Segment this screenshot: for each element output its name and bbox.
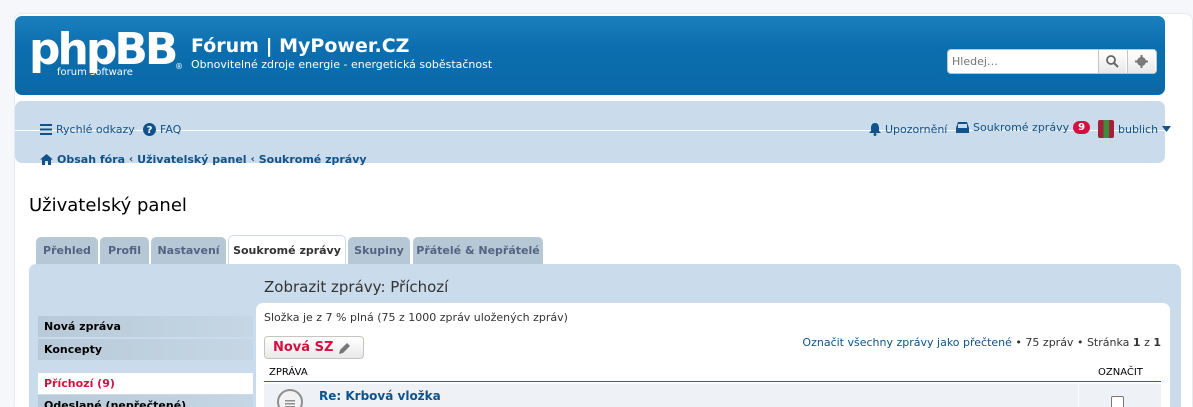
- site-title[interactable]: Fórum | MyPower.CZ: [191, 35, 409, 57]
- quick-links-menu[interactable]: Rychlé odkazy: [40, 123, 135, 136]
- breadcrumb-separator-icon: ‹: [250, 154, 255, 165]
- svg-text:?: ?: [147, 125, 153, 136]
- separator: •: [1015, 336, 1026, 349]
- breadcrumb-separator-icon: ‹: [129, 154, 134, 165]
- avatar: [1098, 120, 1114, 138]
- search-button[interactable]: [1098, 50, 1126, 73]
- message-title-link[interactable]: Re: Krbová vložka: [319, 389, 441, 403]
- notifications-label: Upozornění: [885, 123, 948, 136]
- private-messages-label: Soukromé zprávy: [973, 121, 1070, 134]
- pm-count-badge: 9: [1073, 121, 1091, 134]
- sidebar-item-drafts[interactable]: Koncepty: [38, 339, 253, 360]
- site-header: phpBB forum software ® Fórum | MyPower.C…: [15, 16, 1165, 95]
- search-input[interactable]: [948, 50, 1098, 73]
- site-description: Obnovitelné zdroje energie - energetická…: [191, 58, 493, 71]
- tab-groups[interactable]: Skupiny: [348, 237, 410, 264]
- phpbb-logo[interactable]: phpBB forum software ®: [29, 24, 183, 84]
- breadcrumb: Obsah fóra ‹ Uživatelský panel ‹ Soukrom…: [40, 153, 367, 166]
- column-mark: OZNAČIT: [1098, 367, 1143, 378]
- folder-status: Složka je z 7 % plná (75 z 1000 zpráv ul…: [264, 311, 568, 324]
- separator: •: [1076, 336, 1087, 349]
- tab-overview[interactable]: Přehled: [36, 237, 98, 264]
- breadcrumb-forum-index[interactable]: Obsah fóra: [57, 153, 125, 166]
- advanced-search-button[interactable]: [1127, 50, 1155, 73]
- question-icon: ?: [143, 123, 156, 136]
- table-header: ZPRÁVA OZNAČIT: [264, 362, 1161, 382]
- tab-friends-foes[interactable]: Přátelé & Nepřátelé: [413, 237, 543, 264]
- mark-all-read-link[interactable]: Označit všechny zprávy jako přečtené: [802, 336, 1012, 349]
- message-read-icon: [277, 389, 303, 407]
- message-count: 75 zpráv: [1025, 336, 1074, 349]
- column-message: ZPRÁVA: [269, 367, 308, 378]
- tab-settings[interactable]: Nastavení: [151, 237, 226, 264]
- hamburger-icon: [40, 124, 52, 135]
- bell-icon: [869, 123, 881, 136]
- page-label: Stránka: [1086, 336, 1130, 349]
- logo-text: phpBB: [29, 24, 178, 75]
- home-icon: [40, 154, 53, 165]
- page-of: z: [1144, 336, 1150, 349]
- content-heading: Zobrazit zprávy: Příchozí: [264, 278, 449, 296]
- page-title: Uživatelský panel: [29, 195, 187, 216]
- inbox-icon: [956, 122, 969, 133]
- table-row[interactable]: Re: Krbová vložka: [264, 383, 1161, 407]
- new-pm-button[interactable]: Nová SZ: [264, 336, 364, 359]
- page-total: 1: [1153, 336, 1161, 349]
- gear-icon: [1135, 55, 1148, 68]
- sidebar-item-outbox[interactable]: Odeslané (nepřečtené): [38, 395, 253, 407]
- pagination: Označit všechny zprávy jako přečtené • 7…: [802, 336, 1161, 349]
- private-messages-link[interactable]: Soukromé zprávy 9: [956, 121, 1091, 134]
- sidebar-item-compose[interactable]: Nová zpráva: [38, 316, 253, 337]
- search-box: [947, 49, 1157, 74]
- caret-down-icon: [1162, 126, 1172, 132]
- faq-link[interactable]: ? FAQ: [143, 123, 181, 136]
- faq-label: FAQ: [160, 123, 182, 136]
- notifications-link[interactable]: Upozornění: [869, 123, 947, 136]
- registered-mark-icon: ®: [175, 62, 183, 71]
- user-menu[interactable]: bublich: [1098, 120, 1172, 138]
- sidebar-item-inbox[interactable]: Příchozí (9): [38, 373, 253, 394]
- breadcrumb-ucp[interactable]: Uživatelský panel: [137, 153, 246, 166]
- pencil-icon: [339, 342, 351, 354]
- mark-column: [1078, 384, 1162, 407]
- logo-subtext: forum software: [57, 67, 133, 78]
- tab-private-messages[interactable]: Soukromé zprávy: [228, 235, 346, 265]
- username-label: bublich: [1118, 122, 1159, 136]
- page-current: 1: [1132, 336, 1141, 349]
- search-icon: [1106, 55, 1119, 68]
- mark-checkbox[interactable]: [1111, 396, 1124, 407]
- quick-links-label: Rychlé odkazy: [56, 123, 135, 136]
- tab-profile[interactable]: Profil: [100, 237, 149, 264]
- new-pm-label: Nová SZ: [273, 340, 334, 355]
- breadcrumb-pm[interactable]: Soukromé zprávy: [259, 153, 367, 166]
